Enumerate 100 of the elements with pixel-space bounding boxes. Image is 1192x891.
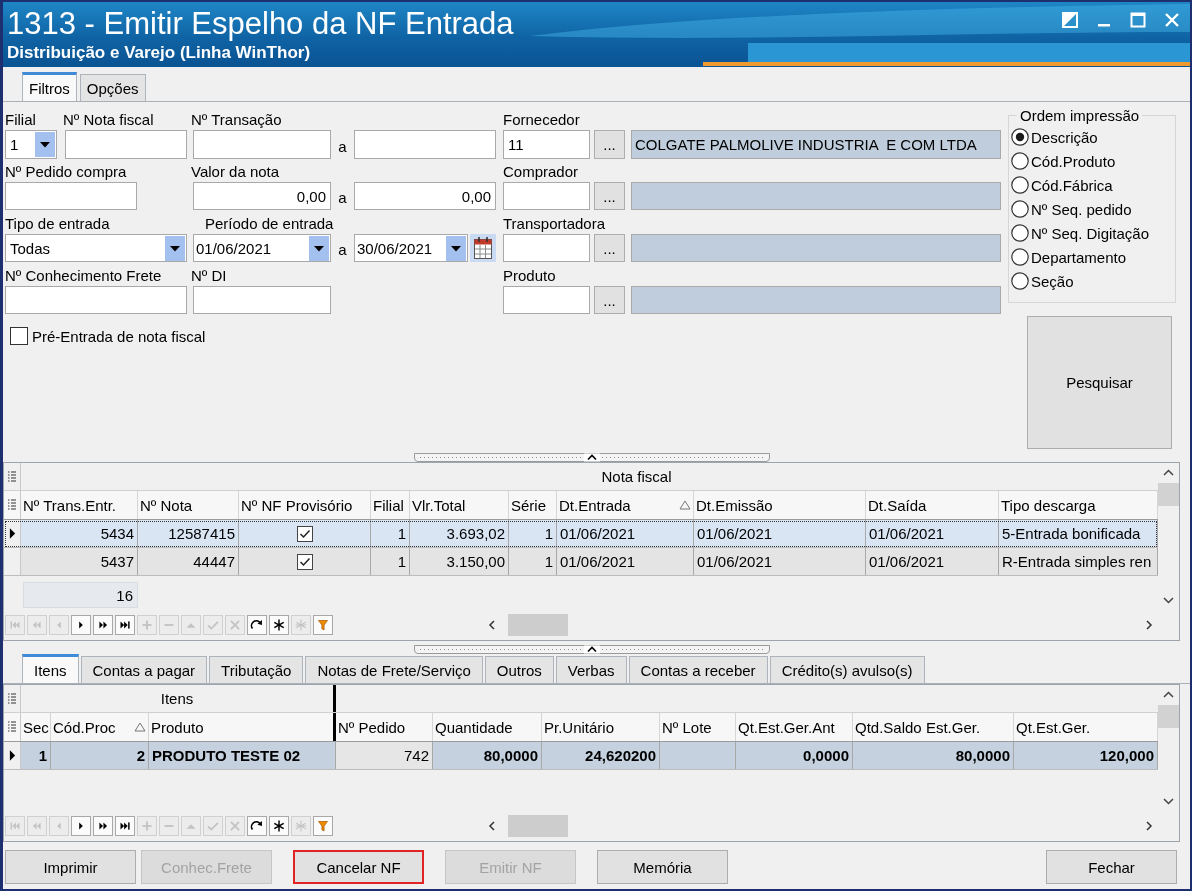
radio-icon[interactable] [1011,152,1029,170]
close-icon[interactable] [1164,12,1180,28]
column-header[interactable]: Qtd.Saldo Est.Ger. [853,713,1014,741]
column-header[interactable]: Quantidade [433,713,542,741]
half-filled-square-icon[interactable] [1062,12,1078,28]
amount-from-field[interactable]: 0,00 [193,182,331,210]
skip-to-end-icon[interactable] [115,615,135,635]
checkbox-label[interactable]: Pré-Entrada de nota fiscal [32,327,206,345]
checkbox-icon[interactable] [10,327,28,345]
lookup-button[interactable]: ... [594,286,625,314]
code-field[interactable] [503,234,590,262]
column-header[interactable]: Qt.Est.Ger.Ant [736,713,853,741]
list-icon[interactable] [7,691,17,706]
lookup-button[interactable]: ... [594,182,625,210]
freight-document-field[interactable] [5,286,187,314]
column-header[interactable]: Cód.Proc [51,713,149,741]
range-separator: a [338,188,347,206]
table-row[interactable]: 5437 44447 1 3.150,00 1 01/06/2021 01/06/2021 01/06/2021 R-Entrada simples ren [4,548,1158,576]
tab[interactable]: Tributação [209,656,304,683]
filter-icon[interactable] [313,816,333,836]
column-header[interactable]: Nº Pedido [336,713,433,741]
checkbox-icon[interactable] [296,553,313,570]
tab[interactable]: Contas a pagar [80,656,208,683]
radio-label[interactable]: Seção [1031,272,1074,290]
calendar-icon[interactable] [470,234,496,262]
list-icon[interactable] [7,498,17,512]
radio-icon[interactable] [1011,128,1029,146]
column-header[interactable]: Pr.Unitário [542,713,660,741]
date-to-field[interactable]: 30/06/2021 [354,234,468,262]
import-declaration-field[interactable] [193,286,331,314]
radio-label[interactable]: Cód.Produto [1031,152,1116,170]
scrollbar-thumb[interactable] [508,815,568,837]
tab[interactable]: Notas de Frete/Serviço [305,656,483,683]
lookup-button[interactable]: ... [594,234,625,262]
filter-icon[interactable] [313,615,333,635]
amount-to-field[interactable]: 0,00 [354,182,496,210]
scrollbar-thumb[interactable] [1158,483,1179,506]
list-icon[interactable] [7,720,17,734]
column-header[interactable]: Sec [21,713,51,741]
scrollbar-thumb[interactable] [1158,705,1179,728]
entry-type-dropdown[interactable]: Todas [5,234,187,262]
invoice-number-field[interactable] [65,130,187,159]
tab[interactable]: Verbas [555,656,627,683]
radio-label[interactable]: Descrição [1031,128,1098,146]
purchase-order-field[interactable] [5,182,137,210]
asterisk-icon[interactable] [269,615,289,635]
chevron-right-icon[interactable] [1143,819,1155,833]
close-button[interactable]: Fechar [1046,850,1177,884]
splitter-handle[interactable] [414,645,770,654]
chevron-left-icon[interactable] [486,618,498,632]
radio-icon[interactable] [1011,224,1029,242]
radio-label[interactable]: Cód.Fábrica [1031,176,1113,194]
column-header[interactable]: Nº Lote [660,713,736,741]
column-header[interactable]: Dt.Emissão [694,491,866,519]
search-button[interactable]: Pesquisar [1027,316,1172,449]
code-field[interactable]: 11 [503,130,590,159]
tab[interactable]: Opções [79,74,146,101]
skip-to-end-icon[interactable] [115,816,135,836]
column-header[interactable]: Nº Trans.Entr. [21,491,138,519]
action-button[interactable]: Memória [597,850,728,884]
tab[interactable]: Outros [484,656,554,683]
tab[interactable]: Itens [22,654,79,683]
date-from-field[interactable]: 01/06/2021 [193,234,331,262]
sort-icon[interactable] [134,722,146,732]
radio-label[interactable]: Departamento [1031,248,1127,266]
chevron-left-icon[interactable] [486,819,498,833]
table-row[interactable]: 1 2 PRODUTO TESTE 02 742 80,0000 24,620200 0,0000 80,0000 120,000 [4,742,1158,770]
scrollbar-thumb[interactable] [508,614,568,636]
list-icon[interactable] [7,469,17,484]
tab[interactable]: Crédito(s) avulso(s) [769,656,925,683]
maximize-icon[interactable] [1130,12,1146,28]
column-header[interactable]: Dt.Saída [866,491,999,519]
lookup-button[interactable]: ... [594,130,625,159]
sort-icon[interactable] [679,500,691,510]
column-header[interactable]: Dt.Entrada [557,491,694,519]
splitter-handle[interactable] [414,453,770,462]
branch-dropdown[interactable]: 1 [5,130,57,159]
checkbox-icon[interactable] [296,525,313,542]
radio-icon[interactable] [1011,176,1029,194]
table-row[interactable]: 5434 12587415 1 3.693,02 1 01/06/2021 01/06/2021 01/06/2021 5-Entrada bonificada [4,520,1158,548]
code-field[interactable] [503,182,590,210]
transaction-to-field[interactable] [354,130,496,159]
radio-label[interactable]: Nº Seq. pedido [1031,200,1132,218]
action-button[interactable]: Imprimir [5,850,136,884]
radio-icon[interactable] [1011,200,1029,218]
radio-icon[interactable] [1011,248,1029,266]
radio-icon[interactable] [1011,272,1029,290]
tab[interactable]: Filtros [22,72,77,101]
transaction-from-field[interactable] [193,130,331,159]
column-header[interactable]: Nº NF Provisório [239,491,371,519]
tab[interactable]: Contas a receber [628,656,768,683]
column-header[interactable]: Filial [371,491,410,519]
asterisk-icon[interactable] [269,816,289,836]
chevron-right-icon[interactable] [1143,618,1155,632]
column-header[interactable]: Vlr.Total [410,491,509,519]
code-field[interactable] [503,286,590,314]
action-button[interactable]: Cancelar NF [293,850,424,884]
column-header[interactable]: Nº Nota [138,491,239,519]
column-header[interactable]: Série [509,491,557,519]
radio-label[interactable]: Nº Seq. Digitação [1031,224,1150,242]
